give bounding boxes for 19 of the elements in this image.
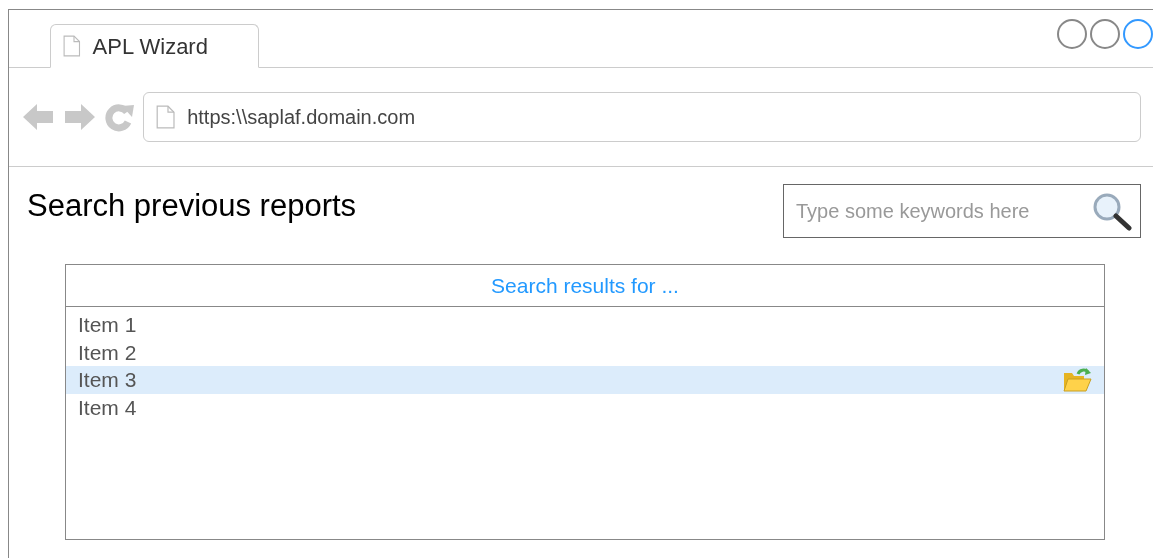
window-control-icon[interactable] <box>1090 19 1120 49</box>
back-arrow-icon[interactable] <box>21 102 55 132</box>
result-item[interactable]: Item 4 <box>66 393 1104 421</box>
address-field[interactable]: https:\\saplaf.domain.com <box>143 92 1141 142</box>
search-icon[interactable] <box>1091 191 1133 231</box>
window-control-icon[interactable] <box>1057 19 1087 49</box>
forward-arrow-icon[interactable] <box>63 102 97 132</box>
search-field[interactable]: Type some keywords here <box>783 184 1141 238</box>
results-header: Search results for ... <box>491 272 679 299</box>
document-icon <box>63 35 81 57</box>
window-control-icon[interactable] <box>1123 19 1153 49</box>
reload-icon[interactable] <box>105 102 135 132</box>
result-item[interactable]: Item 1 <box>66 311 1104 339</box>
page-title: Search previous reports <box>27 187 357 225</box>
result-item[interactable]: Item 2 <box>66 338 1104 366</box>
browser-tab[interactable]: APL Wizard <box>50 24 259 68</box>
result-item[interactable]: Item 3 <box>66 366 1104 394</box>
open-folder-icon[interactable] <box>1062 366 1092 393</box>
document-icon <box>156 105 176 129</box>
